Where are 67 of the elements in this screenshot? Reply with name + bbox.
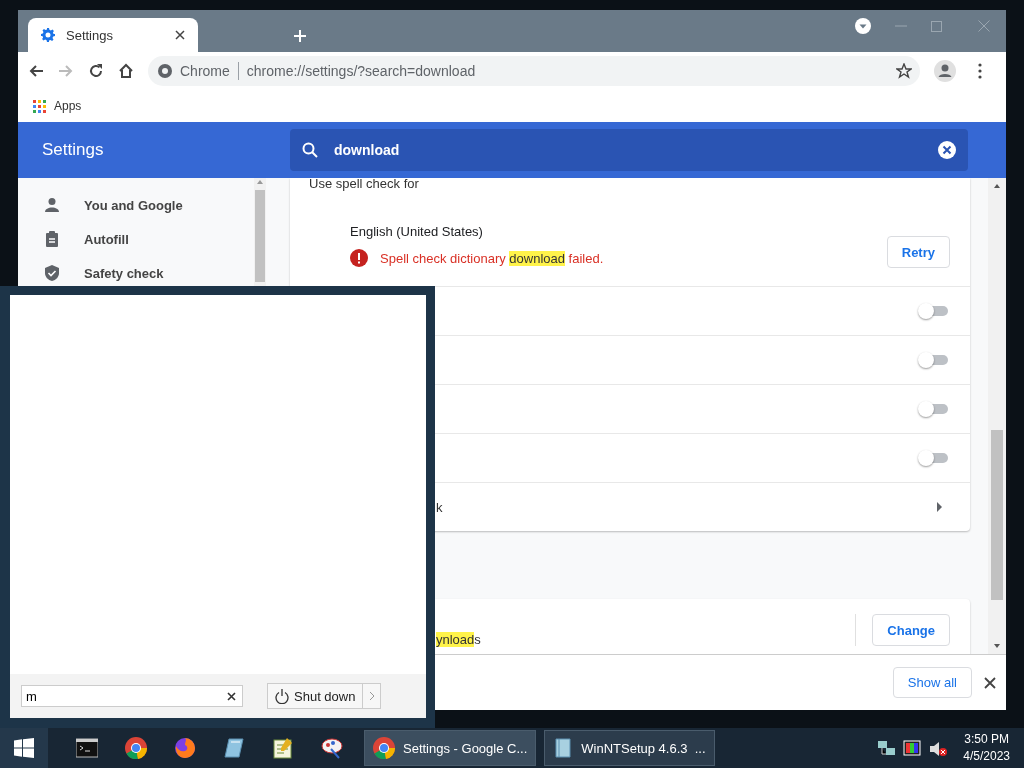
- language-name: English (United States): [350, 224, 484, 239]
- dropdown-icon[interactable]: [855, 18, 871, 34]
- bookmark[interactable]: Apps: [33, 99, 82, 113]
- retry-button[interactable]: Retry: [886, 236, 950, 268]
- search-field[interactable]: download: [290, 129, 968, 171]
- back-icon[interactable]: [28, 63, 44, 79]
- person-icon: [44, 197, 60, 213]
- muted-speaker-icon[interactable]: [929, 740, 948, 756]
- sidebar-item[interactable]: Safety check: [18, 256, 254, 290]
- network-icon[interactable]: [877, 740, 896, 756]
- search-field[interactable]: m: [21, 685, 243, 707]
- scroll-down-icon[interactable]: [993, 642, 1001, 650]
- power-icon: [275, 688, 289, 704]
- windows-logo-icon: [14, 738, 34, 758]
- show-all-button[interactable]: Show all: [892, 667, 972, 698]
- setting-label: k: [435, 499, 443, 515]
- clear-icon[interactable]: [938, 141, 956, 159]
- settings-title: Settings: [41, 140, 105, 160]
- section-label: Use spell check for: [308, 178, 420, 193]
- close-icon[interactable]: [984, 676, 996, 689]
- site-label: Chrome: [180, 63, 230, 79]
- notepad-icon[interactable]: [271, 737, 294, 759]
- shield-icon: [44, 265, 60, 281]
- browser-logo-icon[interactable]: [124, 737, 147, 759]
- plus-icon[interactable]: [293, 29, 307, 43]
- clock[interactable]: 3:50 PM 4/5/2023: [963, 731, 1010, 765]
- menu-icon[interactable]: [978, 63, 982, 79]
- toggle-switch[interactable]: [918, 352, 950, 368]
- browser-logo-icon: [373, 737, 395, 759]
- clear-icon[interactable]: [227, 691, 236, 701]
- document-icon: [553, 737, 574, 759]
- fox-logo-icon[interactable]: [173, 737, 196, 759]
- arrow-right-icon[interactable]: [936, 502, 942, 512]
- sidebar-item[interactable]: You and Google: [18, 188, 254, 222]
- display-icon[interactable]: [903, 740, 922, 756]
- scroll-thumb[interactable]: [991, 430, 1003, 600]
- scrollbar[interactable]: [988, 178, 1006, 654]
- change-button[interactable]: Change: [872, 614, 950, 646]
- terminal-icon[interactable]: [75, 737, 98, 759]
- home-icon[interactable]: [118, 63, 134, 79]
- browser-logo-icon: [158, 64, 172, 78]
- search-icon: [302, 142, 318, 158]
- close-icon[interactable]: [174, 29, 186, 41]
- chevron-right-icon: [368, 691, 375, 701]
- taskbar-window-button[interactable]: WinNTSetup 4.6.3 ...: [544, 730, 715, 766]
- error-message: Spell check dictionary download failed.: [380, 250, 604, 266]
- error-icon: [350, 249, 368, 267]
- search-input[interactable]: download: [332, 141, 924, 159]
- browser-tab[interactable]: Settings: [28, 18, 198, 52]
- reload-icon[interactable]: [88, 63, 104, 79]
- clipboard-icon: [44, 231, 60, 247]
- start-button[interactable]: [0, 728, 48, 768]
- scroll-thumb[interactable]: [255, 190, 265, 282]
- palette-icon[interactable]: [320, 737, 343, 759]
- scroll-up-icon[interactable]: [993, 182, 1001, 190]
- url-text: chrome://settings/?search=download: [246, 63, 477, 79]
- notebook-icon[interactable]: [222, 737, 245, 759]
- gear-icon: [40, 27, 56, 43]
- taskbar-window-button[interactable]: Settings - Google C...: [364, 730, 537, 766]
- toggle-switch[interactable]: [918, 303, 950, 319]
- sidebar-item[interactable]: Autofill: [18, 222, 254, 256]
- star-icon[interactable]: [896, 63, 912, 79]
- toggle-switch[interactable]: [918, 401, 950, 417]
- toggle-switch[interactable]: [918, 450, 950, 466]
- apps-grid-icon: [33, 99, 46, 113]
- profile-avatar-icon[interactable]: [934, 60, 956, 82]
- address-bar[interactable]: Chrome chrome://settings/?search=download: [148, 56, 920, 86]
